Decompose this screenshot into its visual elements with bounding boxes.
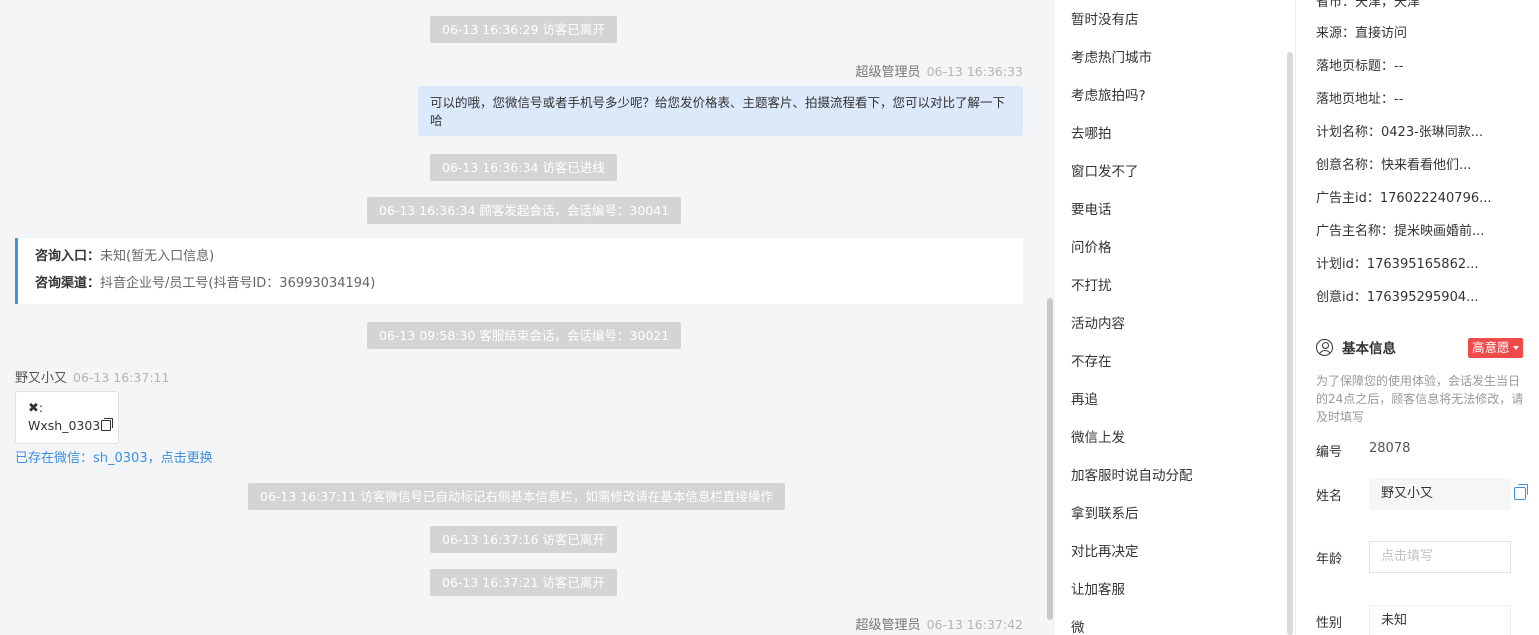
sender-name: 超级管理员: [855, 618, 921, 633]
gender-select[interactable]: 未知: [1369, 605, 1511, 635]
entry-label: 咨询入口：: [35, 249, 101, 264]
quick-reply-item[interactable]: 考虑旅拍吗?: [1071, 84, 1146, 104]
name-label: 姓名: [1316, 489, 1343, 504]
creative-name-detail: 创意名称：快来看看他们...: [1316, 158, 1472, 173]
sender-name: 超级管理员: [855, 65, 921, 80]
broken-image-icon: ✖: [28, 401, 39, 416]
quick-reply-item[interactable]: 微信上发: [1071, 426, 1125, 446]
landing-url-detail: 落地页地址：--: [1316, 92, 1404, 107]
quick-reply-item[interactable]: 加客服时说自动分配: [1071, 464, 1193, 484]
id-label: 编号: [1316, 445, 1343, 460]
gender-label: 性别: [1316, 616, 1343, 631]
quick-reply-item[interactable]: 让加客服: [1071, 578, 1125, 598]
quick-reply-item[interactable]: 去哪拍: [1071, 122, 1112, 142]
advertiser-id-detail: 广告主id：176022240796...: [1316, 191, 1492, 206]
sender-name: 野又小又: [15, 371, 68, 386]
system-message: 06-13 09:58:30 客服结束会话，会话编号：30021: [367, 322, 682, 349]
chat-panel: 06-13 16:36:29 访客已离开 超级管理员 06-13 16:36:33…: [0, 0, 1055, 635]
system-message: 06-13 16:36:29 访客已离开: [430, 16, 617, 43]
quick-reply-scrollbar[interactable]: [1287, 52, 1293, 635]
system-message: 06-13 16:37:21 访客已离开: [430, 569, 617, 596]
landing-title-detail: 落地页标题：--: [1316, 59, 1404, 74]
channel-label: 咨询渠道：: [35, 276, 101, 291]
quick-reply-item[interactable]: 问价格: [1071, 236, 1112, 256]
consult-entry-card: 咨询入口：未知(暂无入口信息) 咨询渠道：抖音企业号/员工号(抖音号ID：369…: [15, 238, 1023, 304]
entry-row: 咨询入口：未知(暂无入口信息): [35, 248, 1023, 275]
system-message: 06-13 16:36:34 访客已进线: [430, 154, 617, 181]
entry-value: 未知(暂无入口信息): [100, 249, 215, 264]
message-time: 06-13 16:37:42: [926, 617, 1023, 632]
message-time: 06-13 16:36:33: [926, 64, 1023, 79]
channel-value: 抖音企业号/员工号(抖音号ID：36993034194): [100, 276, 376, 291]
quick-reply-item[interactable]: 拿到联系后: [1071, 502, 1139, 522]
age-input[interactable]: 点击填写: [1369, 541, 1511, 573]
quick-reply-panel: 暂时没有店 考虑热门城市 考虑旅拍吗? 去哪拍 窗口发不了 要电话 问价格 不打…: [1055, 0, 1295, 635]
user-circle-icon: [1316, 338, 1333, 356]
region-detail: 省市：天津，天津: [1316, 0, 1421, 10]
message-time: 06-13 16:37:11: [73, 370, 170, 385]
channel-row: 咨询渠道：抖音企业号/员工号(抖音号ID：36993034194): [35, 275, 1023, 302]
visitor-info-panel: 省市：天津，天津 来源：直接访问 落地页标题：-- 落地页地址：-- 计划名称：…: [1295, 0, 1539, 635]
change-wechat-link[interactable]: 已存在微信：sh_0303，点击更换: [15, 447, 213, 466]
basic-info-title: 基本信息: [1316, 337, 1396, 357]
visitor-wechat-card[interactable]: ✖: Wxsh_0303: [15, 391, 119, 444]
quick-reply-item[interactable]: 暂时没有店: [1071, 8, 1139, 28]
quick-reply-item[interactable]: 不打扰: [1071, 274, 1112, 294]
intent-badge-dropdown[interactable]: 高意愿: [1468, 338, 1523, 358]
quick-reply-item[interactable]: 活动内容: [1071, 312, 1125, 332]
agent-message-bubble: 可以的哦，您微信号或者手机号多少呢？给您发价格表、主题客片、拍摄流程看下，您可以…: [418, 86, 1023, 136]
age-label: 年龄: [1316, 552, 1343, 567]
name-field[interactable]: 野又小又: [1369, 478, 1511, 510]
quick-reply-item[interactable]: 对比再决定: [1071, 540, 1139, 560]
quick-reply-item[interactable]: 窗口发不了: [1071, 160, 1139, 180]
edit-notice: 为了保障您的使用体验，会话发生当日的24点之后，顾客信息将无法修改，请及时填写: [1316, 374, 1524, 424]
creative-id-detail: 创意id：176395295904...: [1316, 290, 1479, 305]
system-message: 06-13 16:36:34 顾客发起会话，会话编号：30041: [367, 197, 682, 224]
quick-reply-item[interactable]: 要电话: [1071, 198, 1112, 218]
caret-down-icon: [1512, 346, 1519, 350]
plan-id-detail: 计划id：176395165862...: [1316, 257, 1479, 272]
quick-reply-item[interactable]: 不存在: [1071, 350, 1112, 370]
quick-reply-item[interactable]: 考虑热门城市: [1071, 46, 1152, 66]
quick-reply-item[interactable]: 微: [1071, 616, 1085, 635]
system-message: 06-13 16:37:11 访客微信号已自动标记右侧基本信息栏，如需修改请在基…: [248, 483, 785, 510]
visitor-message-meta: 野又小又 06-13 16:37:11: [15, 367, 169, 386]
wechat-line-2: Wxsh_0303: [28, 418, 118, 433]
quick-reply-item[interactable]: 再追: [1071, 388, 1098, 408]
wechat-line-1: ✖:: [28, 400, 44, 416]
advertiser-name-detail: 广告主名称：提米映画婚前...: [1316, 224, 1485, 239]
agent-message-meta: 超级管理员 06-13 16:37:42: [856, 614, 1023, 633]
id-value: 28078: [1369, 441, 1411, 456]
plan-name-detail: 计划名称：0423-张琳同款...: [1316, 125, 1484, 140]
copy-icon[interactable]: [101, 418, 114, 431]
chat-scrollbar[interactable]: [1047, 298, 1053, 620]
system-message: 06-13 16:37:16 访客已离开: [430, 526, 617, 553]
copy-name-icon[interactable]: [1514, 484, 1528, 500]
agent-message-meta: 超级管理员 06-13 16:36:33: [856, 61, 1023, 80]
source-detail: 来源：直接访问: [1316, 26, 1408, 41]
